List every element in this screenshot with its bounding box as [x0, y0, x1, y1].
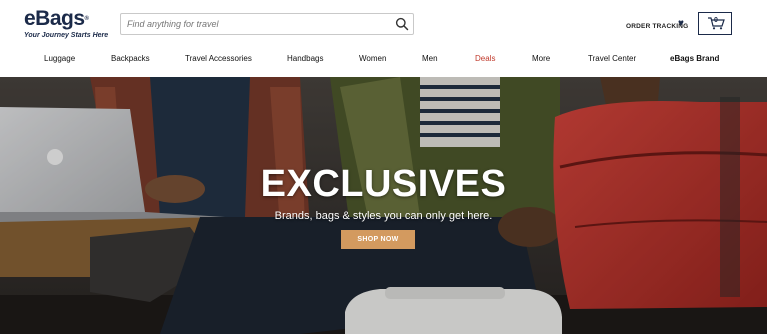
- nav-item-ebags-brand[interactable]: eBags Brand: [670, 54, 719, 63]
- search-input[interactable]: [127, 14, 387, 34]
- cart-count: 0: [714, 17, 718, 24]
- nav-item-luggage[interactable]: Luggage: [44, 54, 75, 63]
- hero-subtitle: Brands, bags & styles you can only get h…: [274, 210, 493, 222]
- nav-item-backpacks[interactable]: Backpacks: [111, 54, 150, 63]
- hero-title: EXCLUSIVES: [260, 163, 507, 205]
- logo-wordmark: eBags®: [24, 7, 114, 30]
- nav-item-travel-center[interactable]: Travel Center: [588, 54, 636, 63]
- logo-tagline: Your Journey Starts Here: [24, 32, 109, 39]
- nav-item-more[interactable]: More: [532, 54, 550, 63]
- nav-item-women[interactable]: Women: [359, 54, 386, 63]
- nav-item-deals[interactable]: Deals: [475, 54, 495, 63]
- search-bar: [120, 13, 414, 35]
- shop-now-button[interactable]: SHOP NOW: [341, 230, 415, 249]
- hero-banner[interactable]: EXCLUSIVES Brands, bags & styles you can…: [0, 77, 767, 334]
- logo-registered-mark: ®: [84, 16, 89, 22]
- nav-item-travel-accessories[interactable]: Travel Accessories: [185, 54, 252, 63]
- search-icon[interactable]: [395, 17, 409, 31]
- ebags-logo[interactable]: eBags® Your Journey Starts Here: [24, 7, 114, 43]
- main-nav: Luggage Backpacks Travel Accessories Han…: [0, 50, 767, 70]
- cart-button[interactable]: 0: [698, 12, 732, 35]
- nav-item-handbags[interactable]: Handbags: [287, 54, 323, 63]
- site-header: eBags® Your Journey Starts Here ORDER TR…: [0, 0, 767, 46]
- nav-item-men[interactable]: Men: [422, 54, 438, 63]
- logo-text: eBags: [24, 7, 85, 30]
- heart-icon[interactable]: ♥: [678, 18, 684, 29]
